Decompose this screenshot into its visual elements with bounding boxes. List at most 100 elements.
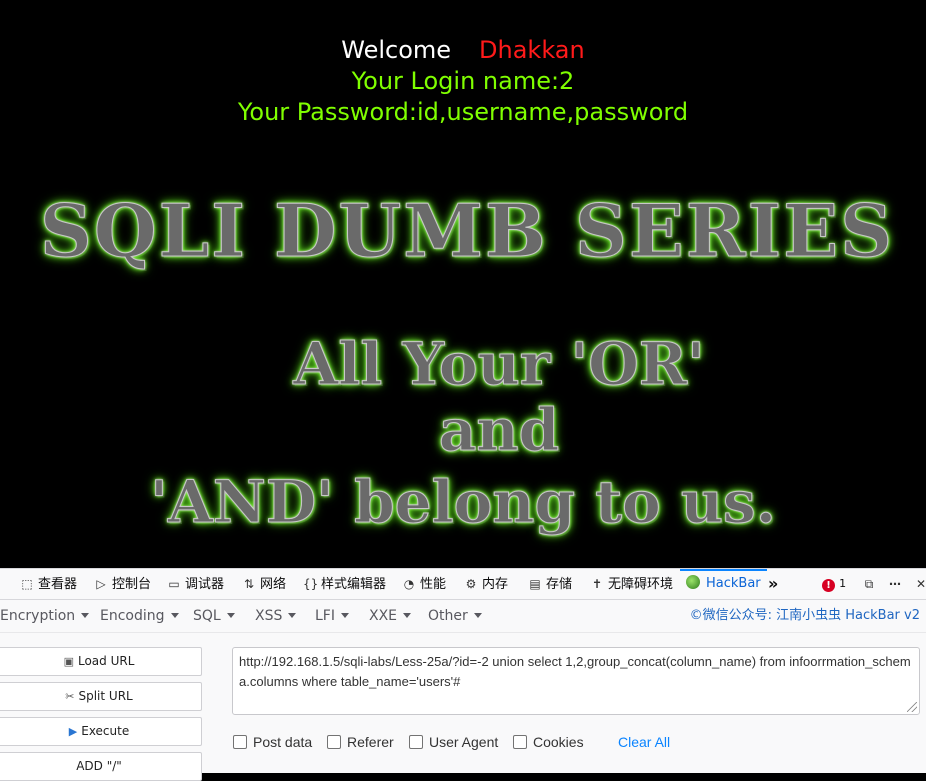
caret-down-icon	[473, 613, 482, 618]
tagline-line-2: and	[438, 396, 560, 465]
caret-down-icon	[403, 613, 412, 618]
split-url-button[interactable]: ✂ Split URL	[0, 682, 202, 711]
resize-grip-icon[interactable]	[907, 702, 917, 712]
debugger-icon: ▭	[168, 577, 180, 591]
user-agent-option[interactable]: User Agent	[409, 734, 498, 750]
menu-label: Other	[428, 608, 468, 624]
menu-other[interactable]: Other	[428, 600, 482, 632]
menu-xss[interactable]: XSS	[255, 600, 297, 632]
close-icon: ✕	[915, 577, 926, 591]
caret-down-icon	[226, 613, 235, 618]
caret-down-icon	[170, 613, 179, 618]
tab-style-editor[interactable]: {} 样式编辑器	[303, 569, 386, 599]
memory-icon: ⚙	[465, 577, 477, 591]
tab-debugger[interactable]: ▭ 调试器	[167, 569, 224, 599]
tab-label: HackBar	[706, 576, 761, 591]
tab-inspector[interactable]: ⬚ 查看器	[20, 569, 77, 599]
user-name: Dhakkan	[479, 36, 585, 64]
tab-performance[interactable]: ◔ 性能	[402, 569, 446, 599]
tagline-line-3: 'AND' belong to us.	[150, 468, 777, 537]
referer-checkbox[interactable]	[327, 735, 341, 749]
menu-lfi[interactable]: LFI	[315, 600, 349, 632]
button-label: Split URL	[78, 689, 133, 703]
tab-console[interactable]: ▷ 控制台	[94, 569, 151, 599]
load-url-button[interactable]: ▣ Load URL	[0, 647, 202, 676]
load-icon: ▣	[63, 655, 74, 668]
error-icon: !	[822, 579, 835, 592]
tab-hackbar[interactable]: HackBar	[680, 569, 767, 599]
menu-label: Encryption	[0, 608, 76, 624]
error-count-badge[interactable]: ! 1	[822, 569, 846, 599]
cookies-checkbox[interactable]	[513, 735, 527, 749]
tab-memory[interactable]: ⚙ 内存	[464, 569, 508, 599]
error-count: 1	[839, 577, 847, 590]
tagline-line-1: All Your 'OR'	[293, 330, 705, 399]
play-icon: ▶	[68, 725, 78, 738]
password-line: Your Password:id,username,password	[237, 98, 689, 126]
menu-encoding[interactable]: Encoding	[100, 600, 179, 632]
option-label: Referer	[347, 734, 394, 750]
more-options-button[interactable]: ⋯	[888, 569, 906, 599]
add-slash-button[interactable]: ADD "/"	[0, 752, 202, 781]
storage-icon: ▤	[529, 577, 541, 591]
more-tabs-button[interactable]: »	[768, 569, 778, 599]
style-editor-icon: {}	[303, 577, 319, 591]
scissors-icon: ✂	[65, 690, 75, 703]
option-label: Cookies	[533, 734, 584, 750]
dock-button[interactable]: ⧉	[862, 569, 880, 599]
execute-button[interactable]: ▶ Execute	[0, 717, 202, 746]
tab-label: 调试器	[185, 577, 225, 592]
tab-label: 查看器	[38, 577, 78, 592]
option-label: Post data	[253, 734, 313, 750]
tab-label: 控制台	[112, 577, 152, 592]
post-data-option[interactable]: Post data	[233, 734, 312, 750]
console-icon: ▷	[96, 577, 106, 591]
sqli-page: Welcome Dhakkan Your Login name:2 Your Pa…	[0, 0, 926, 568]
button-label: Load URL	[77, 654, 135, 668]
welcome-line: Welcome Dhakkan	[0, 34, 926, 66]
referer-option[interactable]: Referer	[327, 734, 394, 750]
menu-label: XXE	[369, 608, 398, 624]
accessibility-icon: ✝	[591, 577, 603, 591]
post-data-checkbox[interactable]	[233, 735, 247, 749]
network-icon: ⇅	[243, 577, 255, 591]
tab-label: 网络	[260, 577, 287, 592]
button-label: ADD "/"	[76, 759, 122, 773]
inspector-icon: ⬚	[21, 577, 33, 591]
caret-down-icon	[340, 613, 349, 618]
tab-label: 存储	[546, 577, 573, 592]
tab-label: 性能	[420, 577, 447, 592]
url-textarea[interactable]: http://192.168.1.5/sqli-labs/Less-25a/?i…	[232, 647, 920, 715]
menu-label: XSS	[255, 608, 283, 624]
clear-all-link[interactable]: Clear All	[618, 734, 670, 750]
caret-down-icon	[288, 613, 297, 618]
menu-label: Encoding	[100, 608, 165, 624]
ellipsis-icon: ⋯	[889, 577, 901, 591]
tab-network[interactable]: ⇅ 网络	[242, 569, 286, 599]
tab-storage[interactable]: ▤ 存储	[528, 569, 572, 599]
tab-label: 样式编辑器	[321, 577, 387, 592]
menu-sql[interactable]: SQL	[193, 600, 235, 632]
caret-down-icon	[81, 613, 90, 618]
performance-icon: ◔	[403, 577, 415, 591]
hackbar-menubar: Encryption Encoding SQL XSS LFI XXE Othe…	[0, 600, 926, 633]
close-devtools-button[interactable]: ✕	[914, 569, 926, 599]
dock-icon: ⧉	[864, 577, 874, 591]
chevron-right-icon: »	[768, 574, 779, 593]
hackbar-icon	[686, 575, 700, 589]
welcome-word: Welcome	[341, 36, 452, 64]
url-text: http://192.168.1.5/sqli-labs/Less-25a/?i…	[239, 654, 911, 689]
button-label: Execute	[81, 724, 130, 738]
devtools-panel: ⬚ 查看器 ▷ 控制台 ▭ 调试器 ⇅ 网络 {} 样式编辑器 ◔ 性能 ⚙ 内存 ▤ 存储 ✝…	[0, 568, 926, 781]
tab-label: 内存	[482, 577, 509, 592]
tab-label: 无障碍环境	[608, 577, 674, 592]
user-agent-checkbox[interactable]	[409, 735, 423, 749]
tab-accessibility[interactable]: ✝ 无障碍环境	[590, 569, 673, 599]
menu-label: SQL	[193, 608, 221, 624]
login-name-line: Your Login name:2	[351, 67, 575, 95]
menu-xxe[interactable]: XXE	[369, 600, 412, 632]
menu-encryption[interactable]: Encryption	[0, 600, 90, 632]
cookies-option[interactable]: Cookies	[513, 734, 584, 750]
hackbar-credit: ©微信公众号: 江南小虫虫 HackBar v2	[689, 608, 920, 623]
menu-label: LFI	[315, 608, 335, 624]
